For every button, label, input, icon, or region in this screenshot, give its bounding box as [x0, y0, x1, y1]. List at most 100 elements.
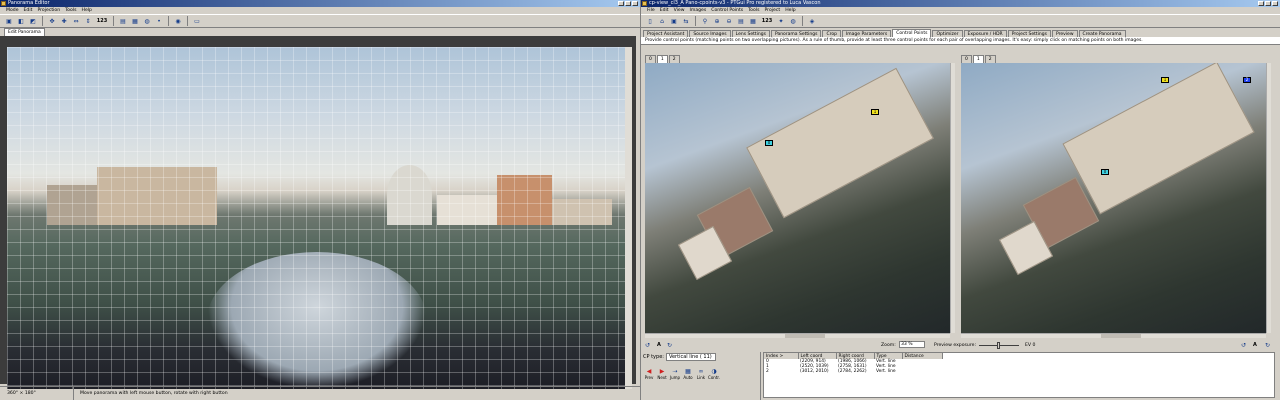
lightbulb-icon[interactable]: ✦ [776, 16, 786, 26]
right-tab-0[interactable]: 0 [961, 55, 972, 63]
menu-help[interactable]: Help [81, 7, 91, 14]
menu-tools[interactable]: Tools [65, 7, 76, 14]
next-button[interactable]: ▶ Next [656, 368, 668, 380]
maximize-icon[interactable] [625, 1, 631, 6]
menu-file[interactable]: File [647, 7, 655, 14]
table-row[interactable]: 2 (3012, 2010) (2784, 2262) Vert. line [764, 369, 942, 374]
numbers-button[interactable]: 123 [95, 16, 109, 26]
zoom-select[interactable]: 33 % [899, 341, 925, 348]
tab-crop[interactable]: Crop [822, 30, 841, 37]
control-point-marker[interactable]: 2 [1243, 77, 1251, 83]
control-point-marker[interactable]: 1 [871, 109, 879, 115]
menu-project[interactable]: Project [764, 7, 780, 14]
zoom-out-icon[interactable]: ⊖ [724, 16, 734, 26]
menu-edit[interactable]: Edit [660, 7, 669, 14]
crosshair-icon[interactable]: ✚ [59, 16, 69, 26]
tab-image-parameters[interactable]: Image Parameters [841, 30, 892, 37]
fit-icon[interactable]: ⇔ [71, 16, 81, 26]
menu-images[interactable]: Images [690, 7, 707, 14]
panorama-canvas-area[interactable] [0, 36, 636, 389]
tab-edit-panorama[interactable]: Edit Panorama [4, 28, 45, 36]
tab-lens-settings[interactable]: Lens Settings [731, 30, 770, 37]
zoom-in-icon[interactable]: ⊕ [712, 16, 722, 26]
tab-project-assistant[interactable]: Project Assistant [643, 30, 689, 37]
menu-control-points[interactable]: Control Points [711, 7, 743, 14]
window-icon[interactable]: ▭ [192, 16, 202, 26]
tab-optimizer[interactable]: Optimizer [932, 30, 963, 37]
menu-view[interactable]: View [674, 7, 685, 14]
image-icon[interactable]: ▤ [118, 16, 128, 26]
auto-button[interactable]: ▦ Auto [682, 368, 694, 380]
contr-button[interactable]: ◑ Contr. [708, 368, 720, 380]
control-point-marker[interactable]: 0 [1101, 169, 1109, 175]
vertical-scrollbar[interactable] [625, 47, 632, 389]
batch-icon[interactable]: ◈ [807, 16, 817, 26]
preview-icon[interactable]: ▣ [4, 16, 14, 26]
jump-button[interactable]: ⇢ Jump [669, 368, 681, 380]
next-label: Next [657, 375, 667, 380]
control-point-marker[interactable]: 0 [765, 140, 773, 146]
right-tab-2[interactable]: 2 [984, 55, 996, 63]
open-icon[interactable]: ⌂ [657, 16, 667, 26]
rotate-left-icon[interactable]: ↺ [645, 342, 650, 349]
rotate-right-icon[interactable]: ↻ [1265, 342, 1270, 349]
maximize-icon[interactable] [1265, 1, 1271, 6]
align-icon[interactable]: ⇆ [681, 16, 691, 26]
panorama-editor-icon[interactable]: ◍ [788, 16, 798, 26]
toolbar-separator [187, 16, 188, 26]
blend-icon[interactable]: ◩ [28, 16, 38, 26]
window-buttons[interactable] [1258, 1, 1278, 6]
layers-icon[interactable]: ◧ [16, 16, 26, 26]
image-icon[interactable]: ▤ [736, 16, 746, 26]
rotate-left-icon[interactable]: ↺ [1241, 342, 1246, 349]
minimize-icon[interactable] [618, 1, 624, 6]
menu-help[interactable]: Help [785, 7, 795, 14]
menu-mode[interactable]: Mode [6, 7, 19, 14]
tab-project-settings[interactable]: Project Settings [1007, 30, 1051, 37]
globe-icon[interactable]: ◍ [142, 16, 152, 26]
right-vertical-scrollbar[interactable] [1266, 63, 1271, 333]
tab-source-images[interactable]: Source Images [689, 30, 731, 37]
prev-button[interactable]: ◀ Prev [643, 368, 655, 380]
cell-type: Vert. line [876, 369, 896, 374]
numbers-button[interactable]: 123 [760, 16, 774, 26]
panorama-image[interactable] [7, 47, 625, 389]
left-tab-0[interactable]: 0 [645, 55, 656, 63]
close-icon[interactable] [1272, 1, 1278, 6]
link-button[interactable]: ∞ Link [695, 368, 707, 380]
cp-type-select[interactable]: Vertical line ( 11) [665, 353, 716, 361]
left-tab-1[interactable]: 1 [656, 55, 668, 63]
straighten-icon[interactable]: ⇕ [83, 16, 93, 26]
window-buttons[interactable] [618, 1, 638, 6]
control-points-icon[interactable]: ⚲ [700, 16, 710, 26]
menu-edit[interactable]: Edit [24, 7, 33, 14]
tab-preview[interactable]: Preview [1051, 30, 1078, 37]
left-vertical-scrollbar[interactable] [950, 63, 955, 333]
center-icon[interactable]: ✥ [47, 16, 57, 26]
right-image-view[interactable]: 0 1 2 [961, 63, 1266, 333]
auto-a-button[interactable]: A [657, 342, 661, 348]
tab-exposure-hdr[interactable]: Exposure / HDR [963, 30, 1007, 37]
save-icon[interactable]: ▣ [669, 16, 679, 26]
tab-create-panorama[interactable]: Create Panorama [1078, 30, 1126, 37]
left-tab-2[interactable]: 2 [668, 55, 680, 63]
table-icon[interactable]: ▦ [748, 16, 758, 26]
new-icon[interactable]: ▯ [645, 16, 655, 26]
exposure-slider-thumb[interactable] [997, 342, 1000, 349]
window-title: cp-view_cl3_A Pano-cpoints-v3 - PTGui Pr… [649, 0, 821, 6]
stack-icon[interactable]: ▦ [130, 16, 140, 26]
right-tab-1[interactable]: 1 [972, 55, 984, 63]
control-point-marker[interactable]: 1 [1161, 77, 1169, 83]
close-icon[interactable] [632, 1, 638, 6]
auto-a-button[interactable]: A [1253, 342, 1257, 348]
minimize-icon[interactable] [1258, 1, 1264, 6]
control-points-table: Index > Left coord Right coord Type Dist… [763, 352, 1275, 398]
dot-icon[interactable]: • [154, 16, 164, 26]
rotate-right-icon[interactable]: ↻ [667, 342, 672, 349]
menu-tools[interactable]: Tools [748, 7, 759, 14]
eye-icon[interactable]: ◉ [173, 16, 183, 26]
tab-panorama-settings[interactable]: Panorama Settings [770, 30, 822, 37]
menu-projection[interactable]: Projection [37, 7, 60, 14]
tab-control-points[interactable]: Control Points [892, 29, 932, 37]
left-image-view[interactable]: 0 1 [645, 63, 950, 333]
